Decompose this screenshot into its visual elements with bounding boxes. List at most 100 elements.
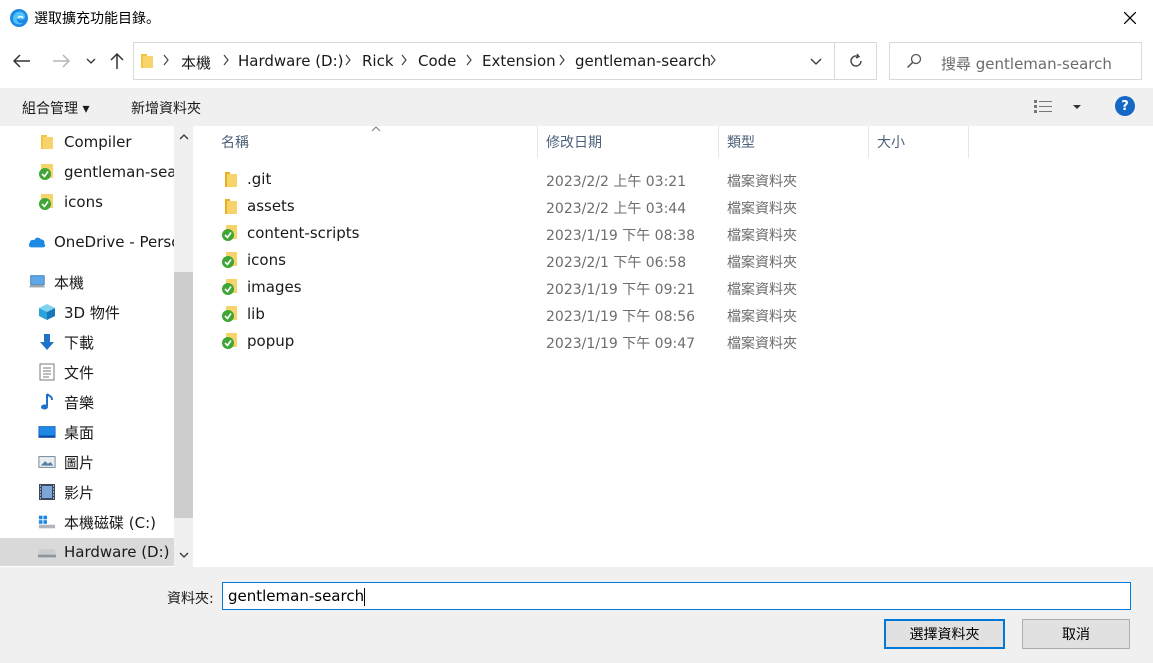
chevron-right-icon [710,54,716,66]
scroll-up-button[interactable] [174,126,193,148]
nav-item-label: Compiler [64,133,132,151]
music-icon [38,393,56,411]
drive-icon [38,543,56,561]
3d-objects-icon [38,303,56,321]
synced-folder-icon [38,163,56,181]
file-name: images [247,278,302,296]
file-row-git[interactable]: .git 2023/2/2 上午 03:21 檔案資料夾 [213,166,833,193]
search-input[interactable]: 搜尋 gentleman-search [889,42,1142,80]
file-name: .git [247,170,272,188]
text-caret [364,587,366,606]
nav-item-label: 本機磁碟 (C:) [64,513,156,532]
address-bar[interactable]: 本機 Hardware (D:) Rick Code Extension gen… [133,42,877,80]
column-header-size[interactable]: 大小 [869,126,969,158]
file-modified: 2023/1/19 下午 08:38 [546,228,696,244]
synced-folder-icon [222,306,237,322]
arrow-up-icon [110,52,124,69]
folder-icon [141,54,153,68]
file-row-icons[interactable]: icons 2023/2/1 下午 06:58 檔案資料夾 [213,247,833,274]
nav-item-label: 圖片 [64,453,95,472]
view-options-button[interactable] [1034,96,1082,118]
back-button[interactable] [10,48,34,74]
forward-button[interactable] [49,48,73,74]
select-folder-button[interactable]: 選擇資料夾 [884,619,1005,649]
nav-item-compiler[interactable]: Compiler [0,128,174,156]
file-type: 檔案資料夾 [727,201,797,217]
help-icon: ? [1121,98,1129,114]
computer-icon [28,273,46,291]
file-name: assets [247,197,295,215]
organize-menu[interactable]: 組合管理 ▾ [22,98,89,118]
nav-item-drive-c[interactable]: 本機磁碟 (C:) [0,508,174,536]
nav-item-documents[interactable]: 文件 [0,358,174,386]
synced-folder-icon [38,193,56,211]
nav-item-label: OneDrive - Personal [54,233,174,251]
file-row-content-scripts[interactable]: content-scripts 2023/1/19 下午 08:38 檔案資料夾 [213,220,833,247]
nav-item-downloads[interactable]: 下載 [0,328,174,356]
file-modified: 2023/1/19 下午 09:21 [546,282,696,298]
file-row-assets[interactable]: assets 2023/2/2 上午 03:44 檔案資料夾 [213,193,833,220]
column-header-name[interactable]: 名稱 [213,126,538,158]
file-row-images[interactable]: images 2023/1/19 下午 09:21 檔案資料夾 [213,274,833,301]
nav-item-desktop[interactable]: 桌面 [0,418,174,446]
column-header-type[interactable]: 類型 [719,126,869,158]
nav-item-hardware-d[interactable]: Hardware (D:) [0,538,174,566]
up-button[interactable] [105,48,129,74]
navigation-pane: Compiler gentleman-search icons OneDrive… [0,126,193,567]
nav-item-videos[interactable]: 影片 [0,478,174,506]
nav-item-label: 影片 [64,483,95,502]
nav-item-onedrive[interactable]: OneDrive - Personal [0,228,174,256]
close-button[interactable] [1107,0,1153,36]
breadcrumb-code[interactable]: Code [418,52,456,70]
cancel-button[interactable]: 取消 [1022,619,1130,649]
address-history-dropdown[interactable] [801,43,831,79]
chevron-down-icon [1073,105,1081,109]
nav-item-icons[interactable]: icons [0,188,174,216]
arrow-right-icon [53,54,70,68]
title-bar: 選取擴充功能目錄。 [0,0,1153,36]
column-header-label: 大小 [877,135,905,151]
column-header-modified[interactable]: 修改日期 [538,126,719,158]
nav-item-music[interactable]: 音樂 [0,388,174,416]
nav-item-label: 文件 [64,363,95,382]
file-modified: 2023/2/1 下午 06:58 [546,255,687,271]
file-row-popup[interactable]: popup 2023/1/19 下午 09:47 檔案資料夾 [213,328,833,355]
new-folder-button[interactable]: 新增資料夾 [131,98,201,118]
desktop-icon [38,423,56,441]
scroll-down-button[interactable] [174,544,193,566]
file-row-lib[interactable]: lib 2023/1/19 下午 08:56 檔案資料夾 [213,301,833,328]
breadcrumb-this-pc[interactable]: 本機 [181,52,211,73]
column-header-label: 修改日期 [546,135,602,151]
nav-item-label: gentleman-search [64,163,174,181]
breadcrumb-gentleman-search[interactable]: gentleman-search [575,52,711,70]
help-button[interactable]: ? [1115,96,1135,116]
file-name: content-scripts [247,224,360,242]
scroll-thumb[interactable] [174,272,193,518]
synced-folder-icon [222,225,237,241]
breadcrumb-hardware[interactable]: Hardware (D:) [238,52,344,70]
nav-item-label: 本機 [54,273,85,292]
nav-item-label: icons [64,193,103,211]
nav-item-this-pc[interactable]: 本機 [0,268,174,296]
chevron-right-icon [466,54,472,66]
folder-label: 資料夾: [167,591,214,607]
window-title: 選取擴充功能目錄。 [34,11,160,27]
folder-name-value: gentleman-search [228,587,365,605]
recent-locations-button[interactable] [80,48,102,74]
refresh-button[interactable] [834,43,876,79]
chevron-right-icon [163,54,169,66]
file-name: lib [247,305,265,323]
nav-item-label: 音樂 [64,393,95,412]
file-modified: 2023/2/2 上午 03:44 [546,201,687,217]
nav-item-pictures[interactable]: 圖片 [0,448,174,476]
nav-item-gentleman-search[interactable]: gentleman-search [0,158,174,186]
chevron-down-icon [179,552,188,558]
nav-scrollbar[interactable] [174,126,193,567]
documents-icon [38,363,56,381]
breadcrumb-extension[interactable]: Extension [482,52,556,70]
nav-item-3d-objects[interactable]: 3D 物件 [0,298,174,326]
chevron-down-icon [86,58,96,64]
breadcrumb-rick[interactable]: Rick [362,52,394,70]
chevron-up-icon [179,134,188,140]
folder-name-input[interactable]: gentleman-search [222,582,1131,610]
